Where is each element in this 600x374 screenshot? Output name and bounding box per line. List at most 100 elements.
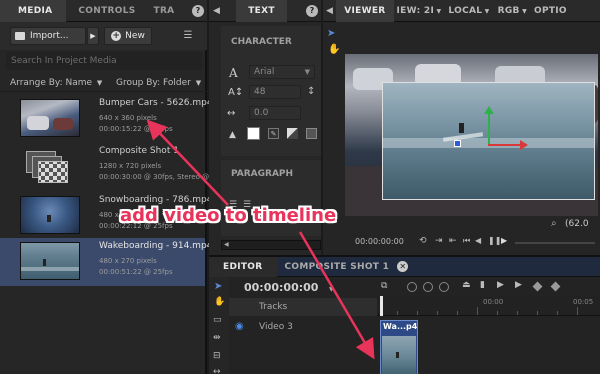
import-button[interactable]: Import... <box>10 27 86 45</box>
editor-tools: ➤ ✋ ▭ ⇹ ⊟ ↔ <box>209 277 229 374</box>
composite-thumbnail-icon <box>20 147 80 185</box>
lock-icon[interactable]: ▮ <box>480 280 485 290</box>
plus-icon: + <box>111 31 122 41</box>
list-view-icon[interactable]: ☰ <box>182 29 194 41</box>
help-icon[interactable]: ? <box>306 4 318 17</box>
hand-tool-icon[interactable]: ✋ <box>214 297 225 307</box>
add-marker-icon[interactable]: ⧉ <box>381 281 387 291</box>
select-tool-icon[interactable]: ➤ <box>214 281 222 292</box>
fill-color-swatch[interactable] <box>247 127 260 140</box>
font-size-value: 48 <box>254 87 266 97</box>
shadow-swatch-icon[interactable] <box>306 128 317 139</box>
media-search-input[interactable]: Search In Project Media <box>6 52 202 70</box>
channel-select[interactable]: RGB ▼ <box>494 0 531 22</box>
keyframe-diamond-icon[interactable] <box>550 281 561 292</box>
anchor-handle[interactable] <box>454 140 461 147</box>
tracking-input[interactable]: 0.0 <box>249 106 301 120</box>
media-item-duration: 00:00:51:22 @ 25fps <box>99 268 173 276</box>
editor-timecode[interactable]: 00:00:00:00 <box>244 281 318 294</box>
tab-controls[interactable]: CONTROLS <box>66 0 147 22</box>
tab-editor[interactable]: EDITOR <box>209 256 277 277</box>
close-tab-icon[interactable]: ✕ <box>397 261 409 272</box>
hand-tool-icon[interactable]: ✋ <box>328 44 340 55</box>
media-tabbar: MEDIA CONTROLS TRA ? <box>0 0 207 22</box>
font-value: Arial <box>254 67 275 77</box>
slip-tool-icon[interactable]: ▭ <box>213 315 222 325</box>
tab-media[interactable]: MEDIA <box>0 0 67 22</box>
import-dropdown-button[interactable]: ▶ <box>87 27 99 45</box>
select-tool-icon[interactable]: ➤ <box>327 28 335 39</box>
snap-icon[interactable]: ⏏ <box>462 280 471 290</box>
viewer-canvas[interactable] <box>345 54 598 216</box>
tab-viewer[interactable]: VIEWER <box>336 0 394 22</box>
track-row-video-3[interactable]: ◉ Video 3 <box>229 318 377 338</box>
new-label: New <box>125 31 145 41</box>
razor-tool-icon[interactable]: ↔ <box>213 367 221 374</box>
audio-icon[interactable]: ▶ <box>497 280 504 290</box>
ruler-label: 00:00 <box>483 298 504 306</box>
tab-left-scroll[interactable]: ◀ <box>209 0 224 22</box>
step-back-icon[interactable]: ◀ <box>475 236 481 245</box>
media-item-wakeboarding[interactable]: Wakeboarding - 914.mp4 480 x 270 pixels … <box>0 238 212 286</box>
timeline-clip[interactable]: Wa...p4 <box>380 320 418 374</box>
editor-timecode-menu-icon[interactable]: ▼ <box>329 286 334 293</box>
play-icon[interactable]: ▶ <box>501 236 507 245</box>
out-point-icon[interactable]: ⇤ <box>449 236 457 246</box>
annotation-label: add video to timeline <box>120 205 337 226</box>
timeline-ruler[interactable]: 00:00 00:05 <box>377 296 600 316</box>
link-icon[interactable]: ▶ <box>515 280 522 290</box>
view-select[interactable]: IEW: 2I ▼ <box>394 0 445 22</box>
tracks-label: Tracks <box>259 302 288 312</box>
roll-tool-icon[interactable]: ⊟ <box>213 351 221 361</box>
eyedropper-icon[interactable]: ✎ <box>268 128 279 139</box>
media-item-composite-shot[interactable]: Composite Shot 1 1280 x 720 pixels 00:00… <box>0 143 209 191</box>
keyframe-prev-icon[interactable] <box>407 282 417 292</box>
new-button[interactable]: + New <box>104 27 152 45</box>
in-point-icon[interactable]: ⇥ <box>435 236 443 246</box>
media-item-dimensions: 1280 x 720 pixels <box>99 162 162 170</box>
view-select-label: IEW: 2I <box>396 5 435 16</box>
chevron-down-icon: ▼ <box>519 7 527 15</box>
text-panel-scrollbar[interactable]: ◀ <box>221 240 321 250</box>
loop-icon[interactable]: ⟲ <box>419 236 427 246</box>
ripple-tool-icon[interactable]: ⇹ <box>213 333 221 343</box>
ruler-label: 00:05 <box>573 298 594 306</box>
x-axis-gizmo[interactable] <box>488 140 528 150</box>
text-color-icon: ▲ <box>229 130 236 140</box>
media-item-dimensions: 480 x 270 pixels <box>99 257 157 265</box>
group-by-select[interactable]: Group By: Folder ▼ <box>116 78 201 88</box>
font-size-input[interactable]: 48 <box>249 85 301 99</box>
font-icon: A <box>229 66 238 80</box>
tab-composite-shot[interactable]: COMPOSITE SHOT 1 <box>277 257 398 277</box>
options-select[interactable]: OPTIONS <box>531 0 567 22</box>
text-tabbar: ◀ TEXT ? <box>209 0 321 22</box>
font-select[interactable]: Arial ▼ <box>249 65 315 79</box>
space-select[interactable]: LOCAL ▼ <box>444 0 493 22</box>
tab-text[interactable]: TEXT <box>236 0 287 22</box>
y-axis-gizmo[interactable] <box>484 106 494 146</box>
channel-select-label: RGB <box>497 5 520 16</box>
tracking-value: 0.0 <box>254 108 269 118</box>
stroke-swatch-icon[interactable] <box>287 128 298 139</box>
viewer-tabbar: ◀ VIEWER IEW: 2I ▼ LOCAL ▼ RGB ▼ OPTIONS <box>323 0 600 22</box>
tracking-icon: ↔ <box>227 108 236 119</box>
media-item-title: Composite Shot 1 <box>99 146 179 156</box>
zoom-value[interactable]: (62.0 <box>565 219 589 229</box>
zoom-icon[interactable]: ⌕ <box>551 218 557 229</box>
scrub-bar[interactable] <box>515 242 595 244</box>
keyframe-next-icon[interactable] <box>439 282 449 292</box>
help-icon[interactable]: ? <box>192 4 204 17</box>
pause-icon[interactable]: ❚❚ <box>488 236 501 245</box>
space-select-label: LOCAL <box>448 5 483 16</box>
keyframe-add-icon[interactable] <box>423 282 433 292</box>
viewer-scroll-left[interactable]: ◀ <box>323 0 336 22</box>
media-item-bumper-cars[interactable]: Bumper Cars - 5626.mp4 640 x 360 pixels … <box>0 95 213 143</box>
keyframe-diamond-icon[interactable] <box>532 281 543 292</box>
playhead[interactable] <box>380 296 383 316</box>
arrange-by-select[interactable]: Arrange By: Name ▼ <box>10 78 102 88</box>
tab-tra[interactable]: TRA <box>148 0 181 22</box>
search-placeholder: Search In Project Media <box>11 56 117 66</box>
go-to-start-icon[interactable]: ⏮ <box>463 236 470 246</box>
character-heading: CHARACTER <box>231 37 292 47</box>
eye-icon[interactable]: ◉ <box>235 321 244 332</box>
